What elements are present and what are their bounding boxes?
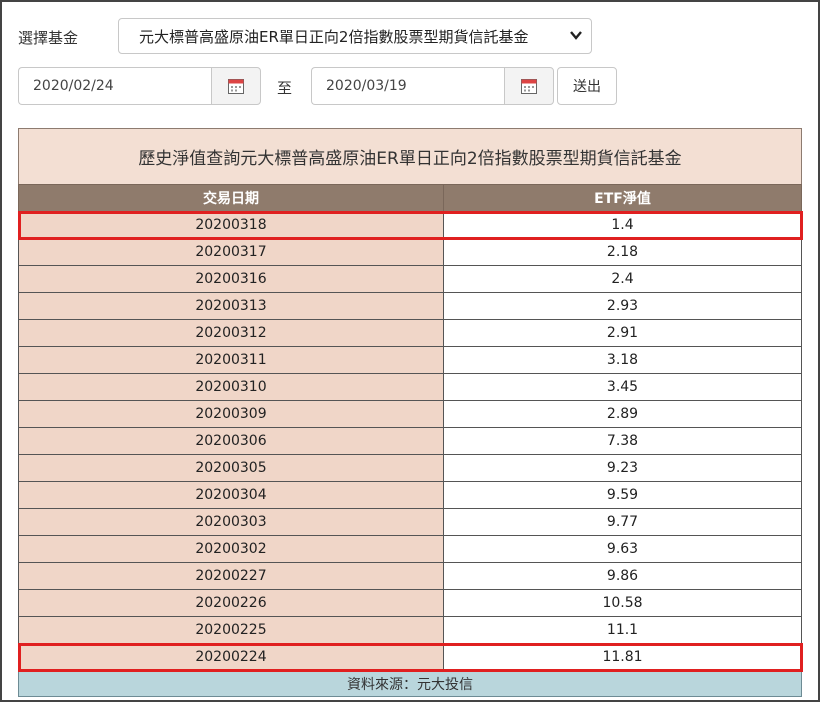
- etf-nav-cell: 2.91: [443, 319, 802, 347]
- table-row: 20200318 1.4: [18, 211, 802, 239]
- trade-date-cell: 20200309: [18, 400, 444, 428]
- trade-date-cell: 20200312: [18, 319, 444, 347]
- fund-selector-row: 選擇基金: [18, 18, 78, 56]
- start-date-input[interactable]: 2020/02/24: [18, 67, 211, 105]
- etf-nav-cell: 2.4: [443, 265, 802, 293]
- trade-date-cell: 20200302: [18, 535, 444, 563]
- table-row: 20200227 9.86: [18, 562, 802, 590]
- chevron-down-icon: [570, 31, 582, 40]
- etf-nav-cell: 9.86: [443, 562, 802, 590]
- fund-label: 選擇基金: [18, 28, 79, 47]
- etf-nav-cell: 9.63: [443, 535, 802, 563]
- submit-button[interactable]: 送出: [557, 67, 617, 105]
- end-date-group: 2020/03/19: [311, 67, 554, 105]
- table-row: 20200309 2.89: [18, 400, 802, 428]
- start-date-calendar-button[interactable]: [211, 67, 261, 105]
- table-row: 20200226 10.58: [18, 589, 802, 617]
- trade-date-cell: 20200305: [18, 454, 444, 482]
- nav-history-table: 歷史淨值查詢元大標普高盛原油ER單日正向2倍指數股票型期貨信託基金 交易日期 E…: [18, 128, 802, 697]
- end-date-calendar-button[interactable]: [504, 67, 554, 105]
- trade-date-cell: 20200226: [18, 589, 444, 617]
- etf-nav-cell: 2.93: [443, 292, 802, 320]
- trade-date-cell: 20200303: [18, 508, 444, 536]
- calendar-icon: [228, 79, 244, 94]
- etf-nav-cell: 3.45: [443, 373, 802, 401]
- header-trade-date: 交易日期: [18, 184, 444, 212]
- table-body: 20200318 1.4 20200317 2.18 20200316 2.4 202003…: [18, 211, 802, 671]
- calendar-icon: [521, 79, 537, 94]
- etf-nav-cell: 11.1: [443, 616, 802, 644]
- table-row: 20200302 9.63: [18, 535, 802, 563]
- table-row: 20200224 11.81: [18, 643, 802, 671]
- table-row: 20200317 2.18: [18, 238, 802, 266]
- etf-nav-cell: 7.38: [443, 427, 802, 455]
- table-title: 歷史淨值查詢元大標普高盛原油ER單日正向2倍指數股票型期貨信託基金: [18, 128, 802, 184]
- fund-select[interactable]: 元大標普高盛原油ER單日正向2倍指數股票型期貨信託基金: [118, 18, 592, 54]
- trade-date-cell: 20200225: [18, 616, 444, 644]
- table-row: 20200225 11.1: [18, 616, 802, 644]
- etf-nav-cell: 2.89: [443, 400, 802, 428]
- etf-nav-cell: 2.18: [443, 238, 802, 266]
- trade-date-cell: 20200227: [18, 562, 444, 590]
- header-etf-nav: ETF淨值: [443, 184, 802, 212]
- trade-date-cell: 20200317: [18, 238, 444, 266]
- etf-nav-cell: 9.77: [443, 508, 802, 536]
- etf-nav-cell: 9.59: [443, 481, 802, 509]
- trade-date-cell: 20200306: [18, 427, 444, 455]
- table-row: 20200305 9.23: [18, 454, 802, 482]
- trade-date-cell: 20200318: [18, 211, 444, 239]
- table-row: 20200303 9.77: [18, 508, 802, 536]
- trade-date-cell: 20200304: [18, 481, 444, 509]
- etf-nav-cell: 9.23: [443, 454, 802, 482]
- data-source-footer: 資料來源：元大投信: [18, 671, 802, 697]
- trade-date-cell: 20200316: [18, 265, 444, 293]
- fund-select-value: 元大標普高盛原油ER單日正向2倍指數股票型期貨信託基金: [139, 27, 529, 46]
- to-label: 至: [277, 79, 293, 97]
- table-row: 20200306 7.38: [18, 427, 802, 455]
- etf-nav-cell: 3.18: [443, 346, 802, 374]
- end-date-input[interactable]: 2020/03/19: [311, 67, 504, 105]
- trade-date-cell: 20200313: [18, 292, 444, 320]
- trade-date-cell: 20200310: [18, 373, 444, 401]
- table-row: 20200304 9.59: [18, 481, 802, 509]
- etf-nav-cell: 1.4: [443, 211, 802, 239]
- table-row: 20200311 3.18: [18, 346, 802, 374]
- table-row: 20200313 2.93: [18, 292, 802, 320]
- table-row: 20200312 2.91: [18, 319, 802, 347]
- etf-nav-cell: 11.81: [443, 643, 802, 671]
- table-row: 20200316 2.4: [18, 265, 802, 293]
- etf-nav-cell: 10.58: [443, 589, 802, 617]
- trade-date-cell: 20200311: [18, 346, 444, 374]
- table-row: 20200310 3.45: [18, 373, 802, 401]
- start-date-group: 2020/02/24: [18, 67, 261, 105]
- trade-date-cell: 20200224: [18, 643, 444, 671]
- table-header-row: 交易日期 ETF淨值: [18, 184, 802, 212]
- nav-table: 交易日期 ETF淨值 20200318 1.4 20200317 2.18 202003…: [18, 184, 802, 671]
